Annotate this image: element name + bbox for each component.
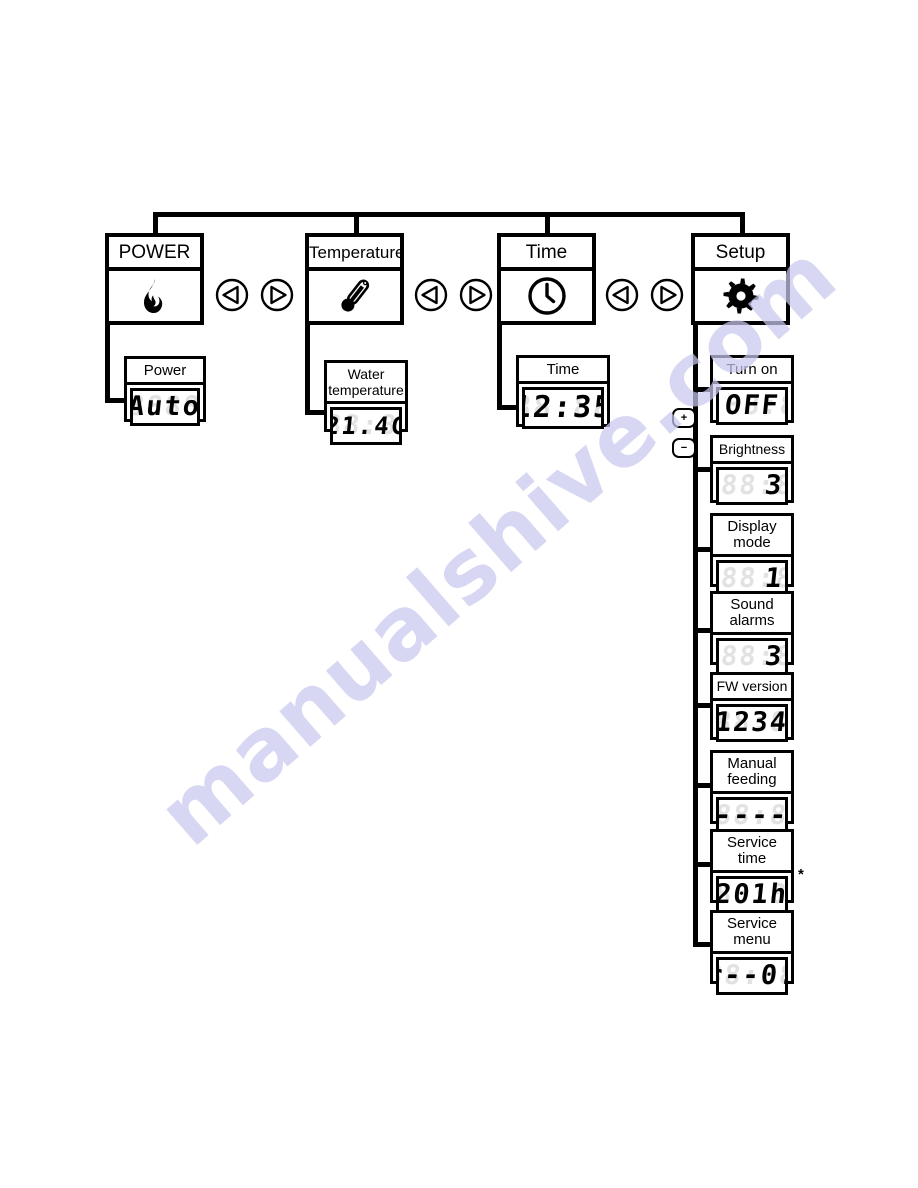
display-box-time[interactable]: Time 88:88 12:35 [516,355,610,429]
lcd-value-manual-feeding: ---- [716,800,788,831]
display-box-service-time[interactable]: Service time 88:88 201h [710,829,794,914]
display-label-power: Power [127,359,203,385]
display-box-sound-alarms[interactable]: Sound alarms 88:88 3 [710,591,794,676]
thermometer-icon [309,271,400,321]
flame-icon [109,271,200,321]
lcd-value-sound-alarms: 3 [763,641,785,672]
display-box-manual-feeding[interactable]: Manual feeding 88:88 ---- [710,750,794,835]
menu-title-time: Time [501,237,592,271]
menu-box-time[interactable]: Time [497,233,596,325]
plus-button[interactable]: + [672,408,696,428]
lcd-value-water-temperature: 21.4C [330,412,402,440]
display-label-brightness: Brightness [713,438,791,464]
minus-button[interactable]: − [672,438,696,458]
lcd-screen-brightness: 88:88 3 [716,467,788,505]
display-label-fw-version: FW version [713,675,791,701]
display-box-display-mode[interactable]: Display mode 88:88 1 [710,513,794,598]
menu-title-power: POWER [109,237,200,271]
display-label-time: Time [519,358,607,384]
gear-icon [695,271,786,321]
display-label-turn-on: Turn on [713,358,791,384]
lcd-screen-power: 8888 Auto [130,388,200,426]
display-label-water-temperature: Water temperature [327,363,405,404]
display-box-brightness[interactable]: Brightness 88:88 3 [710,435,794,505]
lcd-value-service-time: 201h [716,879,788,910]
display-box-fw-version[interactable]: FW version 88:88 1234 [710,672,794,742]
nav-arrow-right-1[interactable] [260,278,294,312]
menu-box-temperature[interactable]: Temperature [305,233,404,325]
service-time-footnote-marker: * [798,866,804,883]
clock-icon [501,271,592,321]
display-label-service-menu: Service menu [713,913,791,954]
menu-box-power[interactable]: POWER [105,233,204,325]
lcd-screen-turn-on: 88:88 OFF [716,387,788,425]
connector-power-vertical [105,325,110,403]
lcd-screen-service-time: 88:88 201h [716,876,788,914]
display-box-water-temperature[interactable]: Water temperature 88:88 21.4C [324,360,408,445]
display-label-manual-feeding: Manual feeding [713,753,791,794]
lcd-value-power: Auto [130,391,200,422]
lcd-value-brightness: 3 [763,470,785,501]
menu-diagram: manualshive.com POWER Temperature Time S… [0,0,918,1188]
nav-arrow-left-3[interactable] [605,278,639,312]
display-box-power[interactable]: Power 8888 Auto [124,356,206,426]
display-box-service-menu[interactable]: Service menu 88:88 r--0. [710,910,794,995]
nav-arrow-left-1[interactable] [215,278,249,312]
lcd-screen-time: 88:88 12:35 [522,387,604,429]
nav-arrow-left-2[interactable] [414,278,448,312]
menu-box-setup[interactable]: Setup [691,233,790,325]
lcd-value-fw-version: 1234 [716,707,788,738]
lcd-value-time: 12:35 [522,390,604,425]
menu-title-setup: Setup [695,237,786,271]
lcd-screen-sound-alarms: 88:88 3 [716,638,788,676]
display-label-display-mode: Display mode [713,516,791,557]
lcd-screen-service-menu: 88:88 r--0. [716,957,788,995]
connector-time-vertical [497,325,502,410]
display-label-sound-alarms: Sound alarms [713,594,791,635]
connector-temperature-vertical [305,325,310,415]
lcd-screen-water-temperature: 88:88 21.4C [330,407,402,445]
lcd-value-service-menu: r--0. [716,960,788,991]
menu-title-temperature: Temperature [309,237,404,271]
bus-horizontal [153,212,745,217]
lcd-screen-fw-version: 88:88 1234 [716,704,788,742]
lcd-value-display-mode: 1 [763,563,785,594]
display-box-turn-on[interactable]: Turn on 88:88 OFF [710,355,794,425]
display-label-service-time: Service time [713,832,791,873]
nav-arrow-right-2[interactable] [459,278,493,312]
nav-arrow-right-3[interactable] [650,278,684,312]
lcd-value-turn-on: OFF [723,390,782,421]
